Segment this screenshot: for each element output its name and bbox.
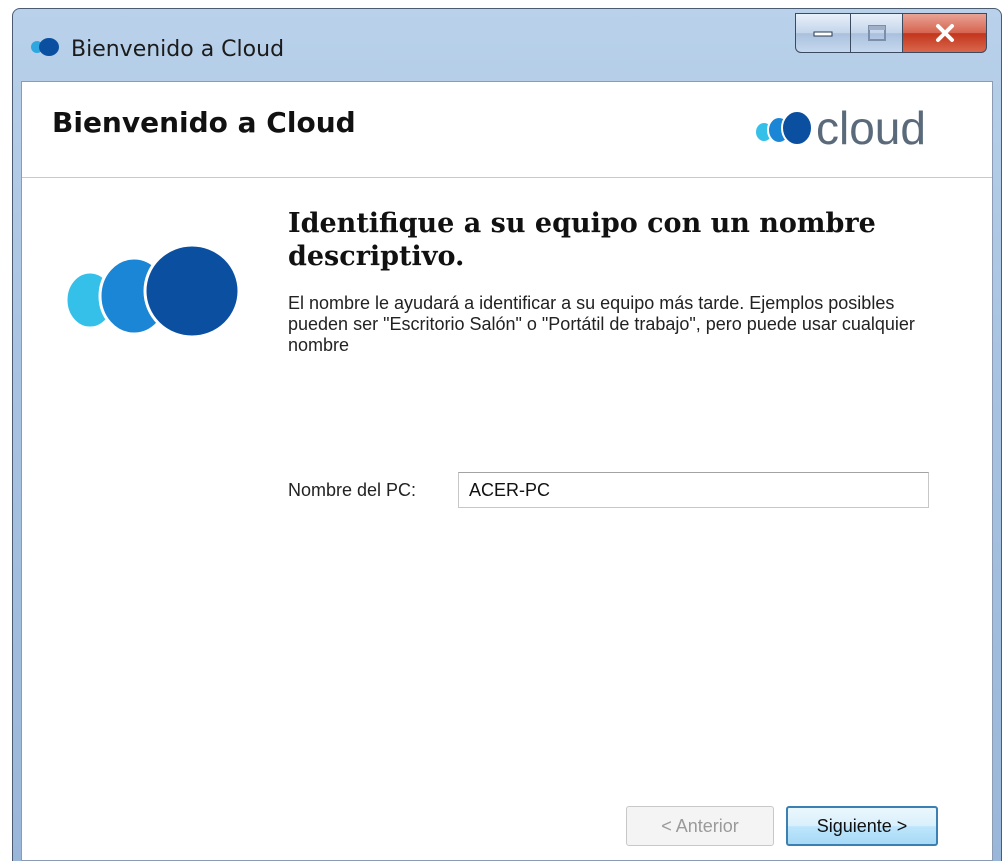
minimize-button[interactable]: [795, 13, 851, 53]
header-title: Bienvenido a Cloud: [52, 106, 356, 139]
installer-window: Bienvenido a Cloud Bienvenido a Cloud cl…: [12, 8, 1002, 861]
back-button[interactable]: < Anterior: [626, 806, 774, 846]
pc-name-label: Nombre del PC:: [288, 479, 417, 500]
pc-name-input[interactable]: [458, 472, 929, 508]
dialog-client-area: Bienvenido a Cloud cloud Identifique a s…: [21, 81, 993, 861]
wizard-header: Bienvenido a Cloud cloud: [22, 82, 992, 178]
step-headline: Identifique a su equipo con un nombre de…: [288, 208, 876, 272]
close-icon: [935, 24, 954, 42]
wizard-nav: < Anterior Siguiente >: [626, 806, 938, 846]
cloud-illustration: [64, 244, 241, 339]
cloud-app-icon: [31, 38, 59, 56]
logo-text: cloud: [816, 102, 926, 154]
cloud-logo: cloud: [756, 102, 926, 154]
step-content: Identifique a su equipo con un nombre de…: [288, 207, 968, 356]
title-bar[interactable]: Bienvenido a Cloud: [13, 9, 1001, 81]
close-button[interactable]: [903, 13, 987, 53]
window-controls: [795, 13, 987, 53]
next-button[interactable]: Siguiente >: [786, 806, 938, 846]
step-description: El nombre le ayudará a identificar a su …: [288, 293, 915, 355]
minimize-icon: [813, 31, 833, 37]
window-title: Bienvenido a Cloud: [71, 37, 285, 62]
maximize-icon: [867, 25, 886, 41]
pc-name-row: Nombre del PC:: [288, 472, 929, 508]
maximize-button[interactable]: [851, 13, 903, 53]
